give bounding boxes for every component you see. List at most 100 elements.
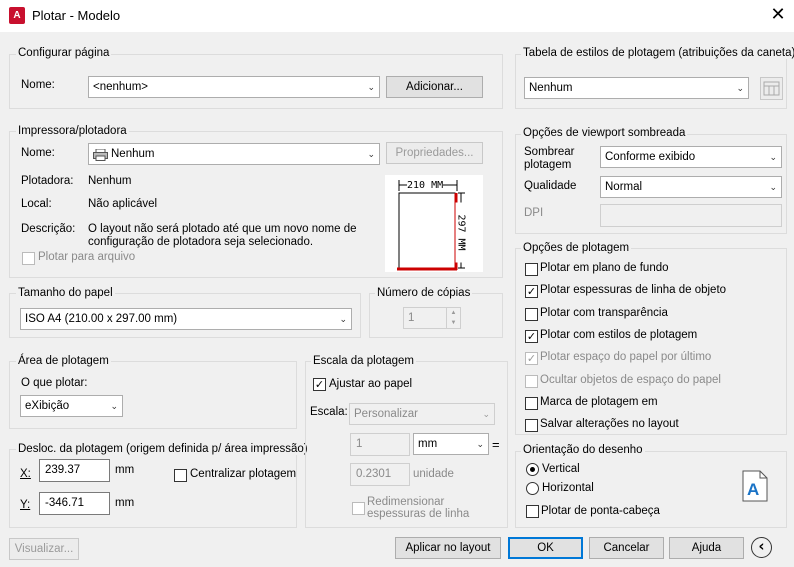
plot-scale-label: Escala da plotagem bbox=[311, 355, 417, 367]
fit-to-paper-checkbox[interactable]: ✓ bbox=[313, 378, 326, 391]
plot-option-item[interactable]: ✓ Plotar com estilos de plotagem bbox=[525, 329, 783, 345]
scale-unit2-label: unidade bbox=[413, 468, 454, 480]
plot-option-label: Marca de plotagem em bbox=[540, 395, 658, 408]
offset-x-input[interactable]: 239.37 bbox=[39, 459, 110, 482]
plot-to-file-label: Plotar para arquivo bbox=[38, 251, 136, 263]
scale-value1-input[interactable]: 1 bbox=[350, 433, 410, 456]
plot-option-checkbox[interactable]: ✓ bbox=[525, 352, 538, 366]
copies-value: 1 bbox=[408, 312, 415, 324]
printer-name-select[interactable]: Nenhum ⌄ bbox=[88, 143, 380, 165]
portrait-page-icon: A bbox=[742, 470, 768, 502]
portrait-label: Vertical bbox=[542, 463, 580, 475]
upside-down-label: Plotar de ponta-cabeça bbox=[541, 505, 660, 517]
plot-option-checkbox[interactable] bbox=[525, 374, 538, 388]
description-value: O layout não será plotado até que um nov… bbox=[88, 223, 357, 248]
plot-option-checkbox[interactable]: ✓ bbox=[525, 285, 538, 299]
scale-label: Escala: bbox=[310, 406, 348, 418]
shaded-viewport-label: Opções de viewport sombreada bbox=[521, 127, 688, 139]
plot-style-table-label: Tabela de estilos de plotagem (atribuiçõ… bbox=[521, 47, 794, 59]
offset-y-input[interactable]: -346.71 bbox=[39, 492, 110, 515]
plot-option-item[interactable]: Plotar em plano de fundo bbox=[525, 262, 783, 278]
plot-option-item[interactable]: ✓ Plotar espessuras de linha de objeto bbox=[525, 284, 783, 300]
help-button[interactable]: Ajuda bbox=[669, 537, 744, 559]
plot-option-label: Plotar espaço do papel por último bbox=[540, 351, 712, 364]
what-to-plot-label: O que plotar: bbox=[21, 377, 88, 389]
paper-size-value: ISO A4 (210.00 x 297.00 mm) bbox=[25, 313, 178, 325]
spin-down-icon[interactable]: ▼ bbox=[447, 318, 460, 328]
spin-up-icon[interactable]: ▲ bbox=[447, 308, 460, 318]
offset-x-unit: mm bbox=[115, 464, 135, 476]
ok-button[interactable]: OK bbox=[508, 537, 583, 559]
scale-select[interactable]: Personalizar ⌄ bbox=[349, 403, 495, 425]
chevron-down-icon: ⌄ bbox=[476, 440, 484, 450]
landscape-label: Horizontal bbox=[542, 482, 594, 494]
copies-spinner[interactable]: ▲ ▼ bbox=[446, 308, 460, 328]
plot-option-item[interactable]: ✓ Plotar espaço do papel por último bbox=[525, 351, 783, 367]
plot-to-file-checkbox[interactable] bbox=[22, 252, 35, 265]
plot-option-item[interactable]: Marca de plotagem em bbox=[525, 396, 783, 412]
chevron-down-icon: ⌄ bbox=[736, 84, 744, 94]
offset-y-unit: mm bbox=[115, 497, 135, 509]
radio-selected-dot bbox=[530, 467, 535, 472]
plot-style-table-select[interactable]: Nenhum ⌄ bbox=[524, 77, 749, 99]
what-to-plot-value: eXibição bbox=[25, 400, 70, 412]
chevron-down-icon: ⌄ bbox=[110, 402, 118, 412]
plotter-value: Nenhum bbox=[88, 175, 132, 187]
copies-label: Número de cópias bbox=[375, 287, 473, 299]
plot-option-checkbox[interactable]: ✓ bbox=[525, 329, 538, 343]
page-setup-name-label: Nome: bbox=[21, 79, 55, 91]
landscape-radio[interactable] bbox=[526, 482, 539, 495]
plot-option-label: Ocultar objetos de espaço do papel bbox=[540, 373, 721, 386]
plot-option-checkbox[interactable] bbox=[525, 307, 538, 321]
page-setup-label: Configurar página bbox=[16, 47, 112, 59]
chevron-down-icon: ⌄ bbox=[769, 183, 777, 193]
center-plot-checkbox[interactable] bbox=[174, 469, 187, 482]
equals-sign: = bbox=[492, 437, 500, 452]
add-page-setup-button[interactable]: Adicionar... bbox=[386, 76, 483, 98]
printer-group-label: Impressora/plotadora bbox=[16, 125, 129, 137]
apply-to-layout-button[interactable]: Aplicar no layout bbox=[395, 537, 501, 559]
shade-plot-value: Conforme exibido bbox=[605, 151, 696, 163]
quality-label: Qualidade bbox=[524, 180, 577, 192]
page-setup-name-value: <nenhum> bbox=[93, 81, 148, 93]
upside-down-checkbox[interactable] bbox=[526, 505, 539, 518]
edit-plot-style-button[interactable] bbox=[760, 77, 783, 100]
local-label: Local: bbox=[21, 198, 52, 210]
shade-plot-select[interactable]: Conforme exibido ⌄ bbox=[600, 146, 782, 168]
portrait-radio[interactable] bbox=[526, 463, 539, 476]
fit-to-paper-label: Ajustar ao papel bbox=[329, 378, 413, 390]
properties-button[interactable]: Propriedades... bbox=[386, 142, 483, 164]
paper-preview: 210 MM 297 MM bbox=[385, 175, 483, 272]
what-to-plot-select[interactable]: eXibição ⌄ bbox=[20, 395, 123, 417]
description-label: Descrição: bbox=[21, 223, 76, 235]
quality-select[interactable]: Normal ⌄ bbox=[600, 176, 782, 198]
plotter-label: Plotadora: bbox=[21, 175, 74, 187]
paper-size-select[interactable]: ISO A4 (210.00 x 297.00 mm) ⌄ bbox=[20, 308, 352, 330]
offset-y-label: Y: bbox=[20, 499, 31, 511]
window-title: Plotar - Modelo bbox=[32, 8, 121, 23]
preview-button[interactable]: Visualizar... bbox=[9, 538, 79, 560]
close-icon[interactable]: ✕ bbox=[770, 4, 786, 26]
paper-size-label: Tamanho do papel bbox=[16, 287, 115, 299]
scale-lineweights-label: Redimensionar espessuras de linha bbox=[367, 496, 470, 520]
chevron-down-icon: ⌄ bbox=[367, 150, 375, 160]
plot-option-checkbox[interactable] bbox=[525, 396, 538, 410]
quality-value: Normal bbox=[605, 181, 643, 193]
plot-option-checkbox[interactable] bbox=[525, 263, 538, 276]
chevron-down-icon: ⌄ bbox=[339, 315, 347, 325]
plot-option-checkbox[interactable] bbox=[525, 419, 538, 433]
page-setup-name-select[interactable]: <nenhum> ⌄ bbox=[88, 76, 380, 98]
plot-option-item[interactable]: Plotar com transparência bbox=[525, 307, 783, 323]
plot-options-label: Opções de plotagem bbox=[521, 242, 632, 254]
cancel-button[interactable]: Cancelar bbox=[589, 537, 664, 559]
scale-value2-input[interactable]: 0.2301 bbox=[350, 463, 410, 486]
scale-lineweights-checkbox[interactable] bbox=[352, 502, 365, 515]
more-options-icon[interactable]: ‹ bbox=[751, 537, 772, 558]
plot-option-item[interactable]: Salvar alterações no layout bbox=[525, 418, 783, 434]
plot-option-label: Plotar em plano de fundo bbox=[540, 262, 669, 274]
dpi-input[interactable] bbox=[600, 204, 782, 227]
scale-unit-select[interactable]: mm ⌄ bbox=[413, 433, 489, 455]
plot-option-item[interactable]: Ocultar objetos de espaço do papel bbox=[525, 374, 783, 390]
shade-plot-label: Sombrear plotagem bbox=[524, 146, 575, 171]
offset-x-label: X: bbox=[20, 468, 31, 480]
